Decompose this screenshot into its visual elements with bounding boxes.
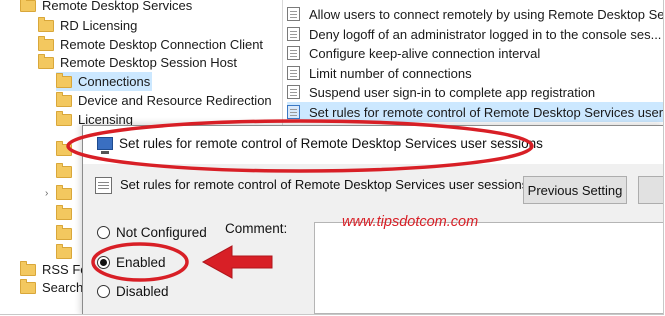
tree-item-label: Device and Resource Redirection <box>78 93 272 108</box>
not-configured-radio[interactable]: Not Configured <box>97 225 207 240</box>
editor-window: Remote Desktop Services RD Licensing Rem… <box>0 0 664 315</box>
policy-label: Suspend user sign-in to complete app reg… <box>309 84 596 100</box>
disabled-radio[interactable]: Disabled <box>97 284 169 299</box>
dialog-titlebar[interactable]: Set rules for remote control of Remote D… <box>83 126 663 164</box>
folder-icon <box>38 16 54 32</box>
folder-icon <box>20 260 36 276</box>
folder-icon <box>56 204 72 220</box>
folder-icon <box>38 53 54 69</box>
radio-circle-selected <box>97 256 110 269</box>
policy-label: Allow users to connect remotely by using… <box>309 6 664 22</box>
folder-icon <box>56 110 72 126</box>
comment-textarea[interactable] <box>314 222 663 314</box>
policy-setting-icon <box>287 66 300 80</box>
tree-item-label: Remote Desktop Connection Client <box>60 37 264 52</box>
policy-row[interactable]: Deny logoff of an administrator logged i… <box>287 24 661 44</box>
tree-item-label: Search <box>42 280 84 295</box>
policy-label: Limit number of connections <box>309 65 472 81</box>
policy-row-selected[interactable]: Set rules for remote control of Remote D… <box>287 102 664 122</box>
radio-label: Enabled <box>116 255 166 270</box>
policy-setting-icon <box>95 177 112 194</box>
folder-icon <box>20 278 36 294</box>
tree-item-remote-desktop-session-host[interactable]: Remote Desktop Session Host <box>38 53 237 72</box>
radio-label: Disabled <box>116 284 169 299</box>
tree-item-label: Remote Desktop Session Host <box>60 55 238 70</box>
comment-label: Comment: <box>225 221 288 236</box>
policy-setting-icon <box>287 27 300 41</box>
previous-setting-button[interactable]: Previous Setting <box>523 176 627 204</box>
radio-circle <box>97 226 110 239</box>
policy-row[interactable]: Suspend user sign-in to complete app reg… <box>287 82 595 102</box>
policy-label: Deny logoff of an administrator logged i… <box>309 26 662 42</box>
tree-item-hidden-4[interactable] <box>56 204 78 223</box>
folder-icon <box>56 140 72 156</box>
tree-item-hidden-1[interactable] <box>56 140 78 159</box>
radio-circle <box>97 285 110 298</box>
folder-icon <box>56 243 72 259</box>
folder-icon <box>56 162 72 178</box>
policy-setting-icon <box>287 105 300 119</box>
policy-setting-icon <box>287 46 300 60</box>
tree-item-hidden-5[interactable] <box>56 224 78 243</box>
tree-item-label: RD Licensing <box>60 18 138 33</box>
tree-item-search[interactable]: Search <box>20 278 83 297</box>
policy-label: Set rules for remote control of Remote D… <box>309 104 664 120</box>
folder-icon <box>56 72 72 88</box>
policy-setting-dialog: Set rules for remote control of Remote D… <box>82 125 663 314</box>
watermark-text: www.tipsdotcom.com <box>342 214 479 230</box>
policy-row[interactable]: Limit number of connections <box>287 63 472 83</box>
setting-header: Set rules for remote control of Remote D… <box>120 177 529 192</box>
policy-setting-icon <box>287 85 300 99</box>
next-setting-button[interactable] <box>638 176 663 204</box>
policy-label: Configure keep-alive connection interval <box>309 45 541 61</box>
folder-icon <box>20 0 36 12</box>
policy-list: Allow users to connect remotely by using… <box>282 0 664 130</box>
tree-item-connections[interactable]: Connections <box>56 72 152 91</box>
radio-label: Not Configured <box>116 225 207 240</box>
policy-setting-icon <box>287 7 300 21</box>
policy-row[interactable]: Configure keep-alive connection interval <box>287 43 540 63</box>
folder-icon <box>56 224 72 240</box>
folder-icon <box>38 35 54 51</box>
tree-item-label: Remote Desktop Services <box>42 0 193 13</box>
enabled-radio[interactable]: Enabled <box>97 255 166 270</box>
monitor-icon <box>97 137 113 154</box>
folder-icon <box>56 91 72 107</box>
tree-item-label: Connections <box>78 74 151 89</box>
tree-item-remote-desktop-services[interactable]: Remote Desktop Services <box>20 0 192 15</box>
dialog-title: Set rules for remote control of Remote D… <box>119 136 543 151</box>
policy-row[interactable]: Allow users to connect remotely by using… <box>287 4 664 24</box>
tree-item-hidden-2[interactable] <box>56 162 78 181</box>
tree-item-rd-licensing[interactable]: RD Licensing <box>38 16 137 35</box>
chevron-right-icon[interactable]: › <box>45 188 48 199</box>
tree-item-device-and-resource-redirection[interactable]: Device and Resource Redirection <box>56 91 272 110</box>
tree-item-remote-desktop-connection-client[interactable]: Remote Desktop Connection Client <box>38 35 263 54</box>
folder-icon <box>56 184 72 200</box>
tree-item-hidden-3[interactable] <box>56 184 78 203</box>
